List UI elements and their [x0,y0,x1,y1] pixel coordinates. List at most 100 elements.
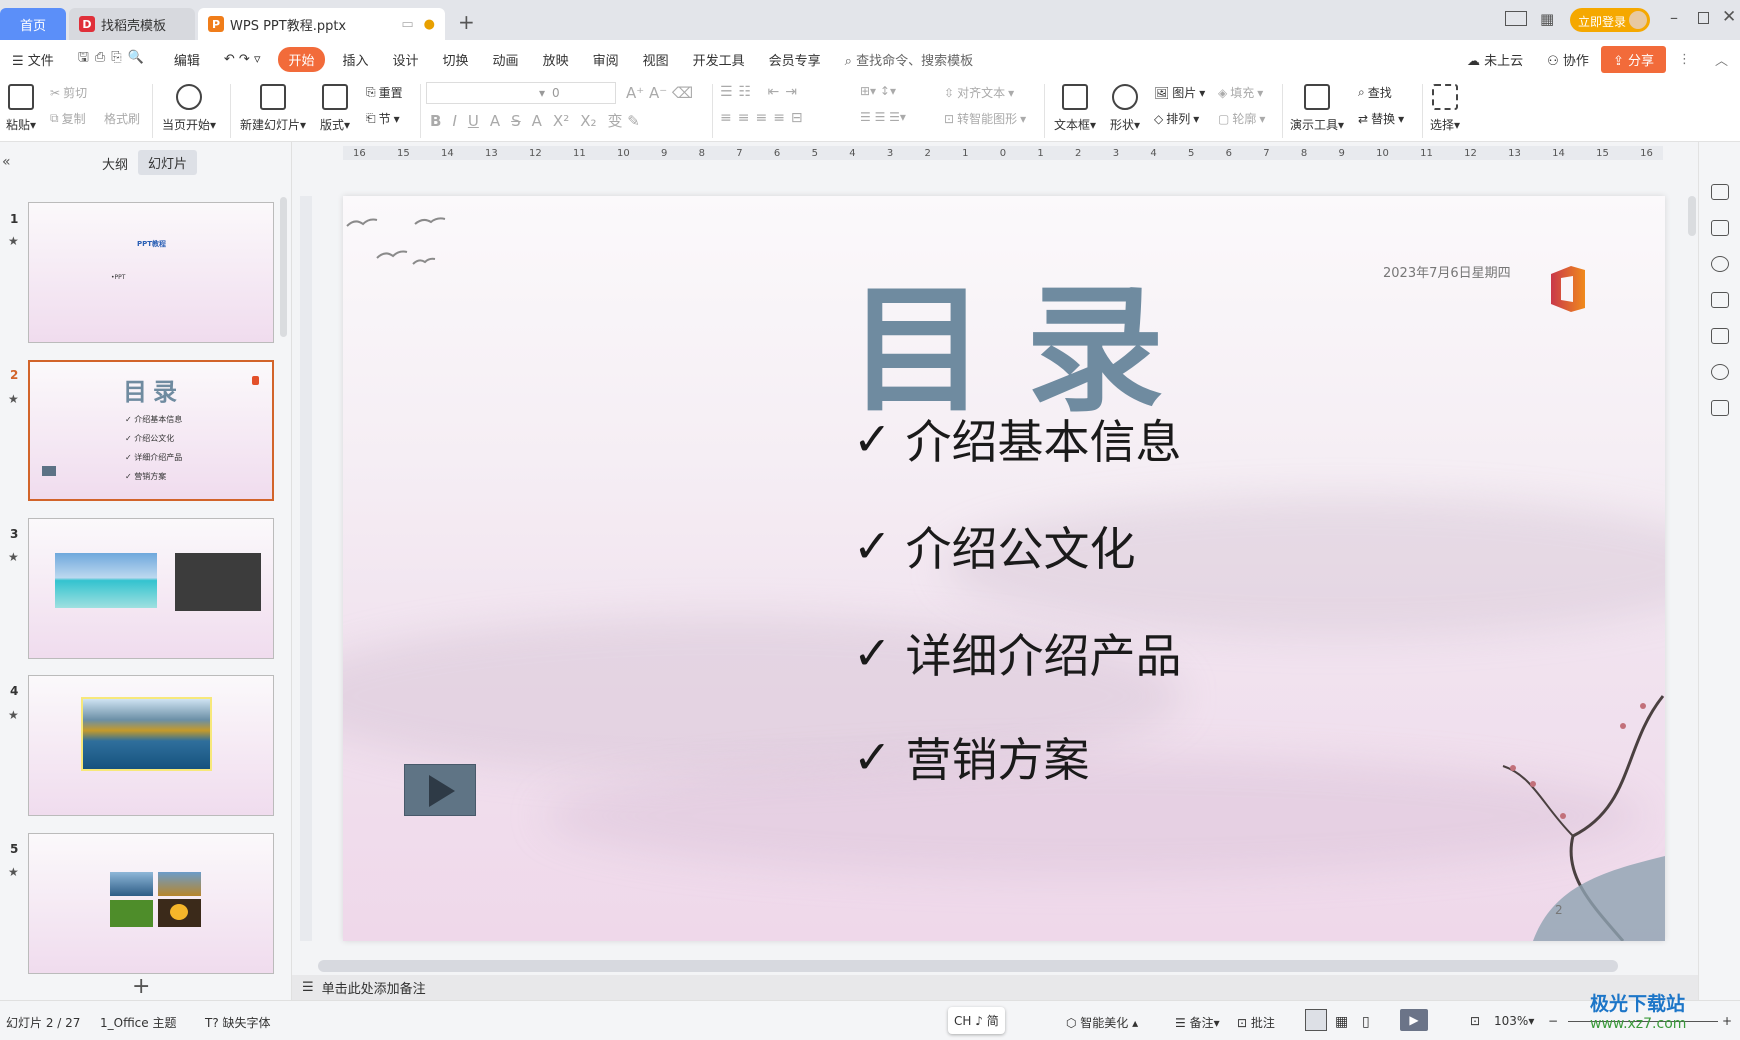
theme-name[interactable]: 1_Office 主题 [100,1014,176,1031]
section-button[interactable]: ⎗ 节 ▾ [366,110,400,127]
panel-scrollbar[interactable] [280,197,287,337]
tab-member[interactable]: 会员专享 [757,50,833,69]
slide-thumbnail-2[interactable]: 目录 ✓ 介绍基本信息 ✓ 介绍公文化 ✓ 详细介绍产品 ✓ 营销方案 [28,360,274,501]
minimize-button[interactable]: – [1670,8,1678,27]
cut-button[interactable]: ✂ 剪切 [50,84,87,101]
tab-animation[interactable]: 动画 [481,50,531,69]
comments-button[interactable]: ⊡ 批注 [1237,1014,1275,1031]
quick-access-icons[interactable]: 🖫⎙⎘🔍 [66,48,162,70]
vertical-scrollbar[interactable] [1688,196,1696,236]
picture-button[interactable]: 🖼 图片 ▾ [1154,84,1205,101]
copy-button[interactable]: ⧉ 复制 [50,110,86,127]
bullet-item[interactable]: ✓ 详细介绍产品 [853,620,1182,686]
tab-design[interactable]: 设计 [381,50,431,69]
bullet-item[interactable]: ✓ 营销方案 [853,724,1090,790]
apps-grid-icon[interactable]: ▦ [1540,10,1554,28]
file-menu[interactable]: ☰ 文件 [0,50,66,69]
fill-button[interactable]: ◈ 填充 ▾ [1218,84,1263,101]
tab-transition[interactable]: 切换 [431,50,481,69]
tab-home[interactable]: 首页 [0,8,66,40]
reading-view-icon[interactable]: ▯ [1362,1014,1370,1030]
select-button[interactable]: 选择▾ [1430,84,1460,133]
cloud-status[interactable]: ☁ 未上云 [1455,50,1535,69]
list-icons[interactable]: ☰☷ ⇤⇥ [720,84,803,100]
spacing-icons[interactable]: ☰ ☰ ☰▾ [860,110,906,124]
zoom-out-button[interactable]: − [1548,1014,1558,1028]
smartart-button[interactable]: ⊡ 转智能图形 ▾ [944,110,1026,127]
layout-button[interactable]: 版式▾ [320,84,350,133]
resource-icon[interactable] [1711,328,1729,344]
horizontal-scrollbar[interactable] [310,960,1680,972]
arrange-button[interactable]: ◇ 排列 ▾ [1154,110,1199,127]
login-button[interactable]: 立即登录 [1570,8,1650,32]
undo-icon[interactable]: ↶ ↷ ▿ [212,52,273,67]
align-text-button[interactable]: ⇳ 对齐文本 ▾ [944,84,1014,101]
maximize-button[interactable] [1698,12,1709,24]
tab-slides[interactable]: 幻灯片 [138,150,198,175]
collab-button[interactable]: ⚇ 协作 [1535,50,1601,69]
tab-insert[interactable]: 插入 [331,50,381,69]
zoom-in-button[interactable]: + [1722,1014,1732,1028]
slide-date[interactable]: 2023年7月6日星期四 [1383,262,1511,281]
tab-slideshow[interactable]: 放映 [531,50,581,69]
paste-button[interactable]: 粘贴▾ [6,84,36,133]
shape-button[interactable]: 形状▾ [1110,84,1140,133]
font-name-select[interactable]: ▾ [426,82,616,104]
zoom-level[interactable]: 103%▾ [1494,1014,1534,1028]
tab-review[interactable]: 审阅 [581,50,631,69]
beautify-button[interactable]: ⬡ 智能美化 ▴ [1066,1014,1138,1031]
tab-start[interactable]: 开始 [278,46,325,72]
notes-toggle[interactable]: ☰ 备注▾ [1175,1014,1220,1031]
format-buttons[interactable]: B I U A S A X² X₂ 变 ✎ [430,110,640,131]
missing-font-button[interactable]: T? 缺失字体 [205,1014,271,1031]
command-search[interactable]: ⌕ 查找命令、搜索模板 [833,50,985,69]
monitor-icon[interactable]: ▭ [401,17,413,32]
lightning-icon[interactable] [1711,364,1729,380]
tab-outline[interactable]: 大纲 [102,154,128,173]
slide-canvas[interactable]: 目录 2023年7月6日星期四 ✓ 介绍基本信息 ✓ 介绍公文化 ✓ 详细介绍产品 ✓… [343,196,1665,941]
collapse-panel-icon[interactable]: « [2,154,11,170]
close-button[interactable]: ✕ [1722,7,1736,27]
tab-view[interactable]: 视图 [631,50,681,69]
new-tab-button[interactable]: + [458,10,475,34]
normal-view-icon[interactable] [1305,1009,1327,1031]
edit-menu[interactable]: 编辑 [162,50,212,69]
layout-icon[interactable] [1505,11,1527,26]
share-button[interactable]: ⇪ 分享 [1600,45,1666,73]
add-slide-button[interactable]: + [132,974,150,999]
find-button[interactable]: ⌕ 查找 [1358,84,1392,101]
slide-thumbnail-1[interactable]: PPT教程 •PPT [28,202,274,343]
sorter-view-icon[interactable]: ▦ [1335,1014,1348,1030]
align-icons[interactable]: ≡≡≡≡⊟ [720,110,809,126]
font-size-select[interactable]: 0 [552,86,560,100]
slide-thumbnail-4[interactable] [28,675,274,816]
slide-switch-icon[interactable] [1711,292,1729,308]
outline-button[interactable]: ▢ 轮廓 ▾ [1218,110,1265,127]
collapse-ribbon-icon[interactable]: ︿ [1703,50,1740,69]
play-media-button[interactable] [404,764,476,816]
bullet-item[interactable]: ✓ 介绍公文化 [853,513,1136,579]
more-icon[interactable]: ⋮ [1666,52,1703,67]
notes-area[interactable]: ☰ 单击此处添加备注 [292,975,1698,1000]
tab-developer[interactable]: 开发工具 [681,50,757,69]
new-slide-button[interactable]: 新建幻灯片▾ [240,84,306,133]
play-current-button[interactable]: 当页开始▾ [162,84,216,133]
tab-document[interactable]: P WPS PPT教程.pptx ▭ ● [198,8,445,40]
tab-templates[interactable]: D 找稻壳模板 [69,8,195,40]
textbox-button[interactable]: 文本框▾ [1054,84,1096,133]
replace-button[interactable]: ⇄ 替换 ▾ [1358,110,1404,127]
fit-window-icon[interactable]: ⊡ [1470,1014,1480,1028]
star-icon[interactable] [1711,256,1729,272]
reset-button[interactable]: ⎘ 重置 [366,84,403,101]
book-search-icon[interactable] [1711,400,1729,416]
adjust-icon[interactable] [1711,220,1729,236]
present-tools-button[interactable]: 演示工具▾ [1290,84,1344,133]
slideshow-button[interactable]: ▶ [1400,1009,1428,1031]
format-painter-button[interactable]: 格式刷 [104,110,140,127]
sparkle-icon[interactable] [1711,184,1729,200]
font-grow-shrink-icons[interactable]: A⁺ A⁻ ⌫ [626,84,693,102]
ime-indicator[interactable]: CH ♪ 简 [948,1007,1005,1034]
bullet-item[interactable]: ✓ 介绍基本信息 [853,406,1182,472]
text-direction-icons[interactable]: ⊞▾ ↕▾ [860,84,896,98]
slide-thumbnail-3[interactable] [28,518,274,659]
